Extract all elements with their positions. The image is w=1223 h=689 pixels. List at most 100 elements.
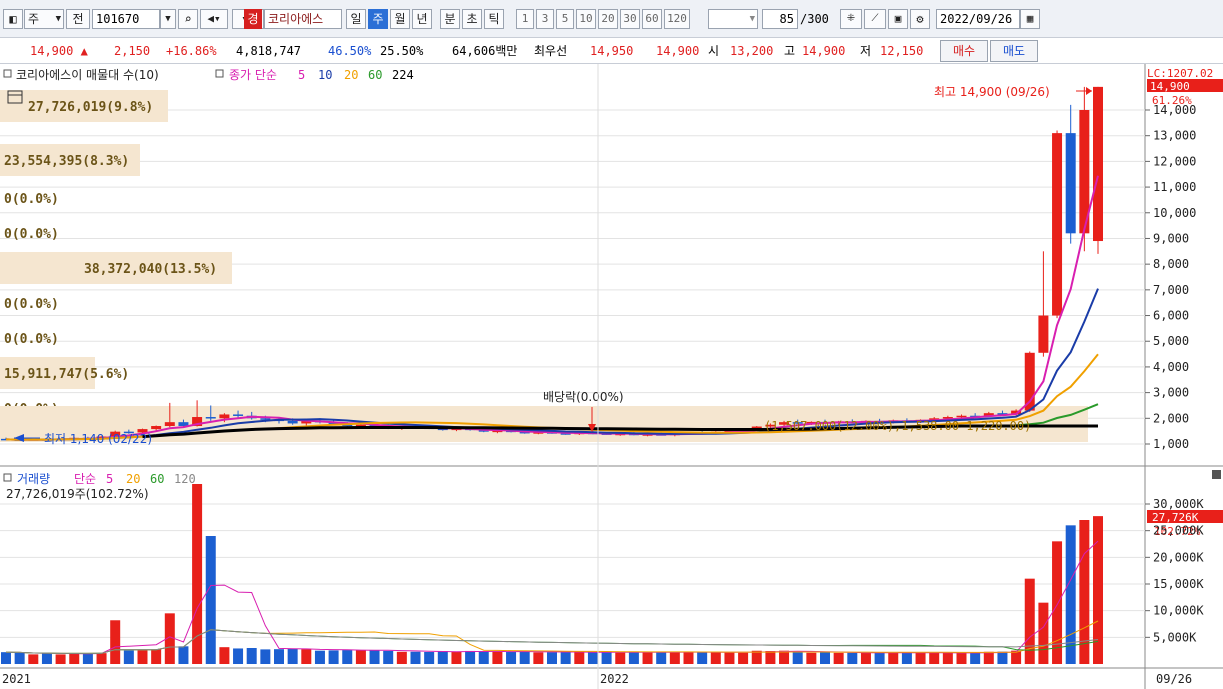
chart-background [0,64,1145,689]
volume-bar [738,652,749,664]
calendar-icon[interactable]: ▦ [1020,9,1040,29]
window-menu-icon[interactable]: ◧ [3,9,23,29]
x-label-2022: 2022 [600,672,629,686]
volume-bar [123,650,134,664]
volume-bar [628,651,639,664]
volume-bar [205,536,216,664]
warning-badge: 경 [244,9,262,29]
interval-30-button[interactable]: 30 [620,9,640,29]
stock-chart[interactable]: 27,726,019(9.8%) 23,554,395(8.3%) 0(0.0%) 0… [0,64,1223,689]
volume-bar [669,652,680,664]
volume-bar [560,652,571,664]
volume-bar [997,651,1008,664]
period-week-button[interactable]: 주 [368,9,388,29]
volume-bar [1,652,11,664]
best-label: 최우선 [534,44,568,58]
price-tick-label: 2,000 [1153,411,1189,425]
date-input[interactable]: 2022/09/26 [936,9,1020,29]
volume-bar [28,654,39,664]
period-second-button[interactable]: 초 [462,9,482,29]
up-arrow-icon: ▲ [80,44,88,58]
interval-20-button[interactable]: 20 [598,9,618,29]
period-day-button[interactable]: 일 [346,9,366,29]
volume-profile-label: 0(0.0%) [4,227,59,242]
volume-bar [69,653,80,664]
interval-1-button[interactable]: 1 [516,9,534,29]
candle-body [205,417,216,419]
chevron-down-icon: ▼ [749,14,755,24]
volume-bar [410,651,421,664]
high-label: 고 [784,44,796,58]
sell-button[interactable]: 매도 [990,40,1038,62]
volume-profile-label: 38,372,040(13.5%) [84,262,217,277]
volume-bar [779,650,790,664]
trendline-icon[interactable]: ⟋ [864,9,886,29]
volume-bar [970,652,981,664]
interval-60-button[interactable]: 60 [642,9,662,29]
interval-3-button[interactable]: 3 [536,9,554,29]
period-tick-button[interactable]: 틱 [484,9,504,29]
volume-profile-label: 15,911,747(5.6%) [4,367,129,382]
high-price: 14,900 [802,44,846,58]
current-volume: 27,726,019주(102.72%) [6,487,149,501]
volume-ma-label: 단순 [74,472,96,486]
volume-bar [369,649,380,664]
candle-body [151,426,162,430]
volume-profile-label: 23,554,395(8.3%) [4,154,129,169]
volume-tick-label: 5,000K [1153,630,1197,644]
volume-bar [765,651,776,664]
interval-custom-input[interactable]: ▼ [708,9,758,29]
volume-bar [547,652,557,664]
interval-120-button[interactable]: 120 [664,9,690,29]
code-dropdown-icon[interactable]: ▼ [160,9,176,29]
panel-close-icon[interactable] [1212,470,1221,479]
price-tick-label: 5,000 [1153,334,1189,348]
volume-bar [355,650,366,664]
candle-body [219,414,230,419]
buy-button[interactable]: 매수 [940,40,988,62]
volume-tick-label: 10,000K [1153,604,1204,618]
x-label-2021: 2021 [2,672,31,686]
volume-bar [806,652,817,664]
volume-bar [901,652,912,664]
high-annotation: 최고 14,900 (09/26) [934,85,1050,99]
period-year-button[interactable]: 년 [412,9,432,29]
volume-bar [110,620,121,664]
volume-bar [14,652,25,664]
price-tick-label: 3,000 [1153,386,1189,400]
legend-title: 코리아에스이 매물대 수(10) [16,68,159,82]
volume-bar [519,651,530,664]
last-price-tag-text: 14,900 [1150,80,1190,93]
volume-bar [314,650,325,664]
candle-body [233,414,244,416]
volume-bar [833,652,844,664]
volume-tick-label: 15,000K [1153,577,1204,591]
speaker-icon[interactable]: ◀▾ [200,9,228,29]
price-tick-label: 11,000 [1153,180,1196,194]
interval-5-button[interactable]: 5 [556,9,574,29]
toolbar: ◧ 주▼ 전 101670 ▼ ⌕ ◀▾ ▾▸ 경 코리아에스 일 주 월 년 … [0,0,1223,38]
crosshair-icon[interactable]: ⁜ [840,9,862,29]
volume-bar [1024,578,1035,664]
search-icon[interactable]: ⌕ [178,9,198,29]
ma10-legend: 10 [318,68,332,82]
gear-icon[interactable]: ⚙ [910,9,930,29]
save-icon[interactable]: ▣ [888,9,908,29]
period-minute-button[interactable]: 분 [440,9,460,29]
period-month-button[interactable]: 월 [390,9,410,29]
chevron-down-icon: ▼ [55,14,61,24]
volume-bar [642,652,653,664]
volume-bar [506,651,517,664]
volume-bar [574,652,585,664]
price-tick-label: 14,000 [1153,103,1196,117]
period-select[interactable]: 주 ▼ [24,9,64,29]
ma5-legend: 5 [298,68,305,82]
count-input[interactable]: 85 [762,9,798,29]
best-bid: 14,900 [656,44,700,58]
stock-code-input[interactable]: 101670 [92,9,160,29]
interval-10-button[interactable]: 10 [576,9,596,29]
ma-legend-label: 종가 단순 [229,68,277,82]
prefix-button[interactable]: 전 [66,9,90,29]
volume-bar [465,650,476,664]
quote-bar: 14,900 ▲ 2,150 +16.86% 4,818,747 46.50% … [0,38,1223,64]
